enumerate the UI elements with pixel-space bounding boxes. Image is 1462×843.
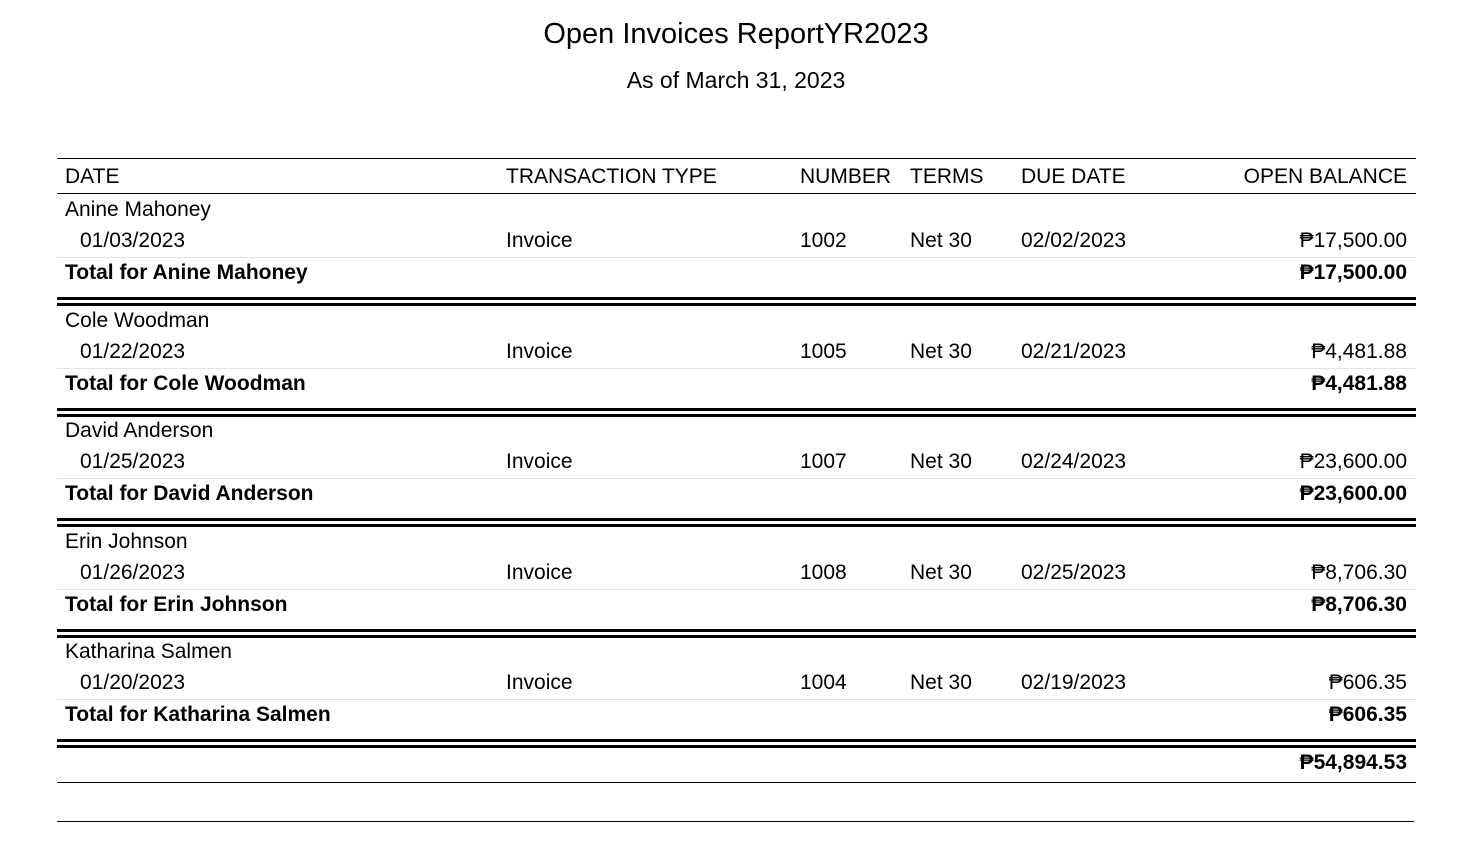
row-transaction-type: Invoice [506, 671, 573, 694]
row-date: 01/22/2023 [80, 339, 186, 363]
row-transaction-type: Invoice [506, 560, 573, 584]
grand-total-amount: ₱54,894.53 [1299, 750, 1407, 774]
row-number: 1008 [800, 560, 847, 584]
customer-group: Cole Woodman 01/22/2023 Invoice 1005 Net… [57, 305, 1416, 417]
customer-total-row: Total for Anine Mahoney ₱17,500.00 [57, 258, 1416, 290]
table-row: 01/25/2023 Invoice 1007 Net 30 02/24/202… [57, 446, 1416, 479]
report-subtitle: As of March 31, 2023 [626, 67, 846, 93]
customer-total-label: Total for David Anderson [65, 482, 314, 505]
row-due-date: 02/19/2023 [1021, 671, 1127, 694]
customer-total-amount: ₱23,600.00 [1299, 482, 1407, 505]
customer-total-amount: ₱4,481.88 [1311, 371, 1407, 395]
table-row: 01/03/2023 Invoice 1002 Net 30 02/02/202… [57, 225, 1416, 258]
row-transaction-type: Invoice [506, 339, 573, 363]
customer-group: Katharina Salmen 01/20/2023 Invoice 1004… [57, 636, 1416, 748]
row-terms: Net 30 [910, 560, 972, 584]
customer-total-row: Total for David Anderson ₱23,600.00 [57, 479, 1416, 511]
customer-total-amount: ₱17,500.00 [1299, 261, 1407, 284]
customer-name: Anine Mahoney [65, 198, 211, 221]
header-number: NUMBER [800, 165, 892, 188]
row-due-date: 02/25/2023 [1021, 560, 1127, 584]
invoice-table: DATE TRANSACTION TYPE NUMBER TERMS DUE D… [57, 158, 1416, 783]
customer-total-label: Total for Anine Mahoney [65, 261, 308, 284]
customer-total-row: Total for Katharina Salmen ₱606.35 [57, 700, 1416, 732]
footer-divider [57, 821, 1414, 822]
customer-total-amount: ₱8,706.30 [1311, 592, 1407, 616]
row-transaction-type: Invoice [506, 450, 573, 473]
header-terms: TERMS [910, 165, 984, 188]
row-open-balance: ₱8,706.30 [1311, 560, 1407, 584]
customer-name: David Anderson [65, 419, 214, 442]
customer-total-amount: ₱606.35 [1328, 703, 1407, 726]
row-terms: Net 30 [910, 671, 972, 694]
row-date: 01/26/2023 [80, 560, 186, 584]
row-number: 1005 [800, 339, 847, 363]
row-date: 01/25/2023 [80, 450, 186, 473]
customer-group: David Anderson 01/25/2023 Invoice 1007 N… [57, 415, 1416, 527]
table-row: 01/20/2023 Invoice 1004 Net 30 02/19/202… [57, 667, 1416, 700]
row-open-balance: ₱606.35 [1328, 671, 1407, 694]
row-number: 1002 [800, 229, 847, 252]
row-terms: Net 30 [910, 339, 972, 363]
customer-total-row: Total for Cole Woodman ₱4,481.88 [57, 369, 1416, 401]
customer-name: Cole Woodman [65, 308, 210, 332]
row-number: 1007 [800, 450, 847, 473]
customer-total-row: Total for Erin Johnson ₱8,706.30 [57, 590, 1416, 622]
customer-total-label: Total for Cole Woodman [65, 371, 306, 395]
row-date: 01/20/2023 [80, 671, 186, 694]
header-open-balance: OPEN BALANCE [1243, 165, 1407, 188]
customer-name: Erin Johnson [65, 529, 188, 553]
row-terms: Net 30 [910, 450, 972, 473]
customer-group: Erin Johnson 01/26/2023 Invoice 1008 Net… [57, 526, 1416, 638]
customer-name: Katharina Salmen [65, 640, 232, 663]
row-number: 1004 [800, 671, 847, 694]
customer-total-label: Total for Katharina Salmen [65, 703, 331, 726]
header-date: DATE [65, 165, 120, 188]
row-open-balance: ₱4,481.88 [1311, 339, 1407, 363]
header-transaction-type: TRANSACTION TYPE [506, 165, 717, 188]
customer-group: Anine Mahoney 01/03/2023 Invoice 1002 Ne… [57, 194, 1416, 306]
row-open-balance: ₱17,500.00 [1299, 229, 1407, 252]
row-due-date: 02/02/2023 [1021, 229, 1127, 252]
grand-total-row: ₱54,894.53 [57, 747, 1416, 783]
row-date: 01/03/2023 [80, 229, 186, 252]
row-terms: Net 30 [910, 229, 972, 252]
row-due-date: 02/24/2023 [1021, 450, 1127, 473]
table-row: 01/22/2023 Invoice 1005 Net 30 02/21/202… [57, 336, 1416, 369]
customer-total-label: Total for Erin Johnson [65, 592, 288, 616]
table-header: DATE TRANSACTION TYPE NUMBER TERMS DUE D… [57, 158, 1416, 194]
report-title: Open Invoices ReportYR2023 [543, 18, 929, 50]
table-row: 01/26/2023 Invoice 1008 Net 30 02/25/202… [57, 557, 1416, 590]
row-transaction-type: Invoice [506, 229, 573, 252]
header-due-date: DUE DATE [1021, 165, 1126, 188]
row-due-date: 02/21/2023 [1021, 339, 1127, 363]
row-open-balance: ₱23,600.00 [1299, 450, 1407, 473]
